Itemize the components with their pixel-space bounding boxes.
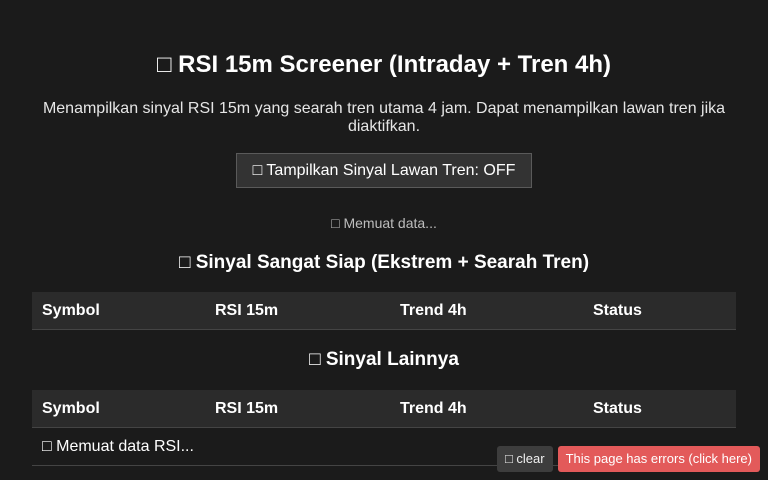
column-header-rsi: RSI 15m bbox=[205, 390, 390, 428]
table-header-row: Symbol RSI 15m Trend 4h Status bbox=[32, 292, 736, 330]
column-header-symbol: Symbol bbox=[32, 292, 205, 330]
column-header-symbol: Symbol bbox=[32, 390, 205, 428]
page-subtitle: Menampilkan sinyal RSI 15m yang searah t… bbox=[42, 100, 726, 135]
table-header-row: Symbol RSI 15m Trend 4h Status bbox=[32, 390, 736, 428]
toggle-wrap: □ Tampilkan Sinyal Lawan Tren: OFF bbox=[32, 153, 736, 188]
column-header-rsi: RSI 15m bbox=[205, 292, 390, 330]
page-title: □ RSI 15m Screener (Intraday + Tren 4h) bbox=[156, 51, 611, 78]
column-header-status: Status bbox=[583, 292, 736, 330]
ready-signals-table: Symbol RSI 15m Trend 4h Status bbox=[32, 292, 736, 330]
column-header-trend: Trend 4h bbox=[390, 292, 583, 330]
clear-button[interactable]: □ clear bbox=[496, 446, 553, 472]
toggle-counter-trend-button[interactable]: □ Tampilkan Sinyal Lawan Tren: OFF bbox=[235, 153, 533, 188]
page-errors-button[interactable]: This page has errors (click here) bbox=[557, 446, 760, 472]
error-overlay: □ clear This page has errors (click here… bbox=[496, 446, 760, 472]
column-header-status: Status bbox=[583, 390, 736, 428]
page: □ RSI 15m Screener (Intraday + Tren 4h) … bbox=[0, 0, 768, 480]
section-title-ready: □ Sinyal Sangat Siap (Ekstrem + Searah T… bbox=[178, 252, 590, 273]
column-header-trend: Trend 4h bbox=[390, 390, 583, 428]
section-title-other: □ Sinyal Lainnya bbox=[309, 349, 459, 370]
loading-status: □ Memuat data... bbox=[331, 215, 437, 231]
